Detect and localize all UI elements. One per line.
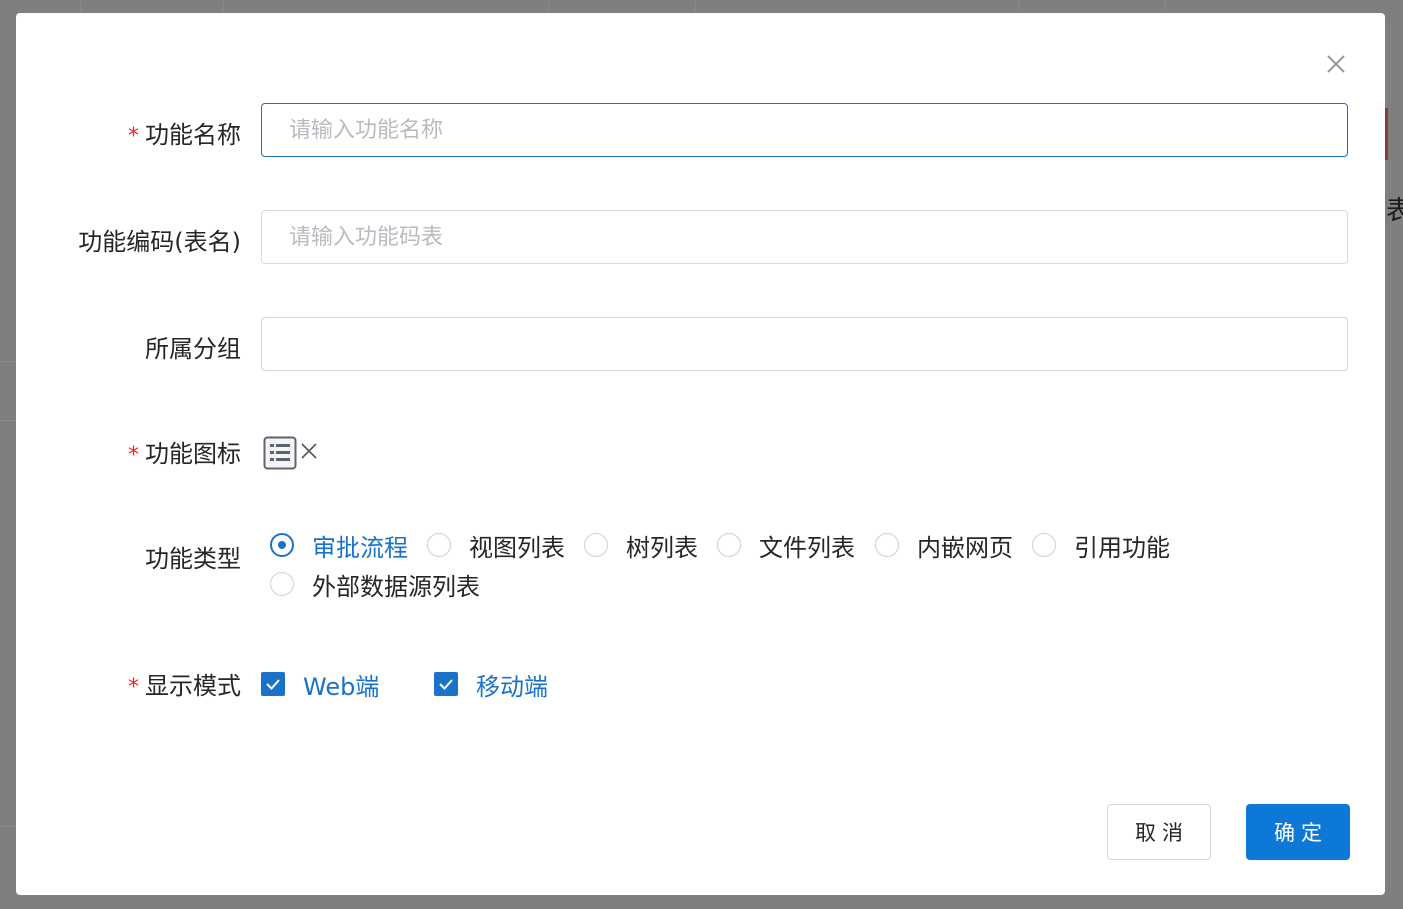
form-row-type: 功能类型: [16, 537, 1385, 577]
list-icon[interactable]: [263, 436, 297, 470]
field-label-name: * 功能名称: [128, 115, 241, 150]
radio-label: 文件列表: [759, 533, 855, 562]
field-label-group: 所属分组: [145, 335, 241, 363]
radio-circle[interactable]: [270, 572, 294, 596]
radio-external-datasource-list[interactable]: 外部数据源列表: [270, 565, 480, 603]
form-row-display-mode: * 显示模式: [16, 665, 1385, 705]
bg-side-text: 表: [1386, 196, 1403, 226]
checkbox-label: 移动端: [476, 672, 548, 701]
bg-accent-bar: [1385, 108, 1388, 160]
radio-circle[interactable]: [717, 533, 741, 557]
radio-label: 内嵌网页: [917, 533, 1013, 562]
cancel-button[interactable]: 取消: [1107, 804, 1211, 860]
radio-circle[interactable]: [584, 533, 608, 557]
label-text: 功能名称: [145, 121, 241, 149]
radio-label: 视图列表: [469, 533, 565, 562]
form-row-code: 功能编码(表名): [16, 210, 1385, 266]
close-icon[interactable]: [1325, 53, 1347, 75]
checkbox-checked-icon[interactable]: [434, 672, 458, 696]
radio-circle[interactable]: [427, 533, 451, 557]
function-dialog: *功能名称 功能编码(表名) 所属分组 *功能图标: [16, 13, 1385, 895]
required-mark: *: [128, 443, 139, 468]
radio-embedded-page[interactable]: 内嵌网页: [875, 526, 1013, 564]
label-text: 显示模式: [145, 672, 241, 700]
radio-circle[interactable]: [875, 533, 899, 557]
radio-reference-function[interactable]: 引用功能: [1032, 526, 1170, 564]
required-mark: *: [128, 124, 139, 149]
bg-divider: [695, 0, 696, 12]
radio-label: 审批流程: [312, 533, 408, 562]
function-code-input[interactable]: [261, 210, 1348, 264]
field-label-code: 功能编码(表名): [78, 228, 241, 256]
form-row-name: * 功能名称: [16, 103, 1385, 159]
radio-label: 树列表: [626, 533, 698, 562]
bg-divider: [548, 0, 549, 12]
field-label-type: 功能类型: [145, 545, 241, 573]
radio-view-list[interactable]: 视图列表: [427, 526, 565, 564]
bg-divider: [0, 826, 16, 827]
group-select-input[interactable]: [261, 317, 1348, 371]
bg-divider: [0, 361, 16, 362]
radio-label: 外部数据源列表: [312, 572, 480, 601]
required-mark: *: [128, 675, 139, 700]
bg-divider: [1165, 0, 1166, 12]
radio-file-list[interactable]: 文件列表: [717, 526, 855, 564]
radio-tree-list[interactable]: 树列表: [584, 526, 698, 564]
checkbox-checked-icon[interactable]: [261, 672, 285, 696]
checkbox-mobile[interactable]: 移动端: [434, 666, 548, 702]
confirm-button[interactable]: 确定: [1246, 804, 1350, 860]
radio-circle[interactable]: [1032, 533, 1056, 557]
checkbox-label: Web端: [303, 672, 380, 701]
radio-approval-flow[interactable]: 审批流程: [270, 526, 408, 564]
form-row-icon: * 功能图标: [16, 433, 1385, 473]
bg-divider: [80, 0, 81, 12]
checkbox-web[interactable]: Web端: [261, 666, 379, 702]
label-text: 功能图标: [145, 440, 241, 468]
clear-icon[interactable]: [300, 442, 318, 460]
radio-label: 引用功能: [1074, 533, 1170, 562]
bg-divider: [223, 0, 224, 12]
field-label-display-mode: * 显示模式: [128, 666, 241, 701]
radio-circle[interactable]: [270, 533, 294, 557]
function-name-input[interactable]: [261, 103, 1348, 157]
bg-divider: [1018, 0, 1019, 12]
field-label-icon: * 功能图标: [128, 434, 241, 469]
bg-divider: [0, 420, 16, 421]
form-row-group: 所属分组: [16, 317, 1385, 373]
